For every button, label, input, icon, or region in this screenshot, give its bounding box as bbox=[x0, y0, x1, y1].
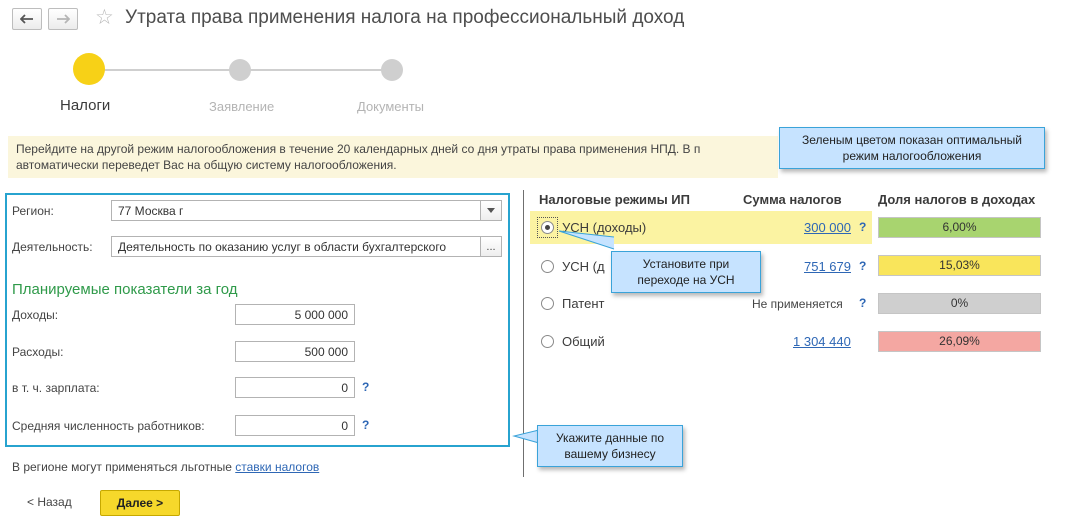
sum-general-link[interactable]: 1 304 440 bbox=[793, 334, 851, 349]
mode-patent: Патент bbox=[562, 296, 605, 311]
sum-usn-income-expenses-link[interactable]: 751 679 bbox=[804, 259, 851, 274]
mode-general: Общий bbox=[562, 334, 605, 349]
tooltip-enter-pointer bbox=[512, 429, 540, 444]
tooltip-enter-data: Укажите данные по вашему бизнесу bbox=[537, 425, 683, 467]
arrow-right-icon bbox=[57, 14, 70, 24]
ellipsis-icon: ... bbox=[486, 240, 496, 253]
chevron-down-icon bbox=[487, 208, 495, 213]
info-message: Перейдите на другой режим налогообложени… bbox=[8, 136, 778, 178]
header-tax-sum: Сумма налогов bbox=[743, 192, 842, 207]
region-label: Регион: bbox=[12, 204, 54, 218]
region-note: В регионе могут применяться льготные ста… bbox=[12, 460, 319, 474]
header-tax-share: Доля налогов в доходах bbox=[878, 192, 1036, 207]
income-input[interactable]: 5 000 000 bbox=[235, 304, 355, 325]
employees-input[interactable]: 0 bbox=[235, 415, 355, 436]
patent-help-icon[interactable]: ? bbox=[859, 296, 866, 310]
activity-select-button[interactable]: ... bbox=[480, 236, 502, 257]
region-note-text: В регионе могут применяться льготные bbox=[12, 460, 232, 474]
step-dot-application bbox=[229, 59, 251, 81]
back-button[interactable]: < Назад bbox=[27, 495, 72, 509]
region-field[interactable]: 77 Москва г bbox=[111, 200, 481, 221]
expenses-label: Расходы: bbox=[12, 345, 64, 359]
region-dropdown-button[interactable] bbox=[480, 200, 502, 221]
activity-label: Деятельность: bbox=[12, 240, 93, 254]
forward-arrow-button[interactable] bbox=[48, 8, 78, 30]
tooltip-choose-usn: Установите при переходе на УСН bbox=[611, 251, 761, 293]
page-title: Утрата права применения налога на профес… bbox=[125, 7, 685, 28]
radio-usn-income[interactable] bbox=[541, 221, 554, 234]
activity-field[interactable]: Деятельность по оказанию услуг в области… bbox=[111, 236, 481, 257]
usn-income-help-icon[interactable]: ? bbox=[859, 220, 866, 234]
share-usn-income-expenses: 15,03% bbox=[878, 255, 1041, 276]
tooltip-optimal-text: Зеленым цветом показан оптимальный режим… bbox=[802, 133, 1022, 163]
share-usn-income: 6,00% bbox=[878, 217, 1041, 238]
tooltip-choose-text: Установите при переходе на УСН bbox=[637, 257, 735, 287]
income-label: Доходы: bbox=[12, 308, 59, 322]
step-label-taxes: Налоги bbox=[60, 97, 111, 114]
next-button[interactable]: Далее > bbox=[100, 490, 180, 516]
step-label-documents: Документы bbox=[357, 99, 425, 114]
header-tax-modes: Налоговые режимы ИП bbox=[539, 192, 690, 207]
employees-help-icon[interactable]: ? bbox=[362, 418, 369, 432]
step-dot-taxes bbox=[73, 53, 105, 85]
tooltip-choose-pointer bbox=[558, 230, 615, 250]
share-general: 26,09% bbox=[878, 331, 1041, 352]
back-arrow-button[interactable] bbox=[12, 8, 42, 30]
tooltip-optimal-mode: Зеленым цветом показан оптимальный режим… bbox=[779, 127, 1045, 169]
salary-help-icon[interactable]: ? bbox=[362, 380, 369, 394]
info-line-2: автоматически переведет Вас на общую сис… bbox=[16, 158, 397, 172]
salary-input[interactable]: 0 bbox=[235, 377, 355, 398]
sum-usn-income-link[interactable]: 300 000 bbox=[804, 220, 851, 235]
radio-general[interactable] bbox=[541, 335, 554, 348]
planned-indicators-title: Планируемые показатели за год bbox=[12, 281, 238, 298]
tax-rates-link[interactable]: ставки налогов bbox=[235, 460, 319, 474]
expenses-input[interactable]: 500 000 bbox=[235, 341, 355, 362]
radio-usn-income-expenses[interactable] bbox=[541, 260, 554, 273]
sum-patent: Не применяется bbox=[752, 297, 843, 311]
arrow-left-icon bbox=[20, 14, 33, 24]
step-label-application: Заявление bbox=[209, 99, 275, 114]
mode-usn-income-expenses: УСН (д bbox=[562, 259, 605, 274]
info-line-1: Перейдите на другой режим налогообложени… bbox=[16, 142, 701, 156]
tooltip-enter-text: Укажите данные по вашему бизнесу bbox=[555, 431, 665, 461]
favorite-star-icon[interactable]: ☆ bbox=[95, 7, 114, 29]
step-dot-documents bbox=[381, 59, 403, 81]
salary-label: в т. ч. зарплата: bbox=[12, 381, 100, 395]
radio-patent[interactable] bbox=[541, 297, 554, 310]
share-patent: 0% bbox=[878, 293, 1041, 314]
employees-label: Средняя численность работников: bbox=[12, 419, 205, 433]
usn-income-expenses-help-icon[interactable]: ? bbox=[859, 259, 866, 273]
